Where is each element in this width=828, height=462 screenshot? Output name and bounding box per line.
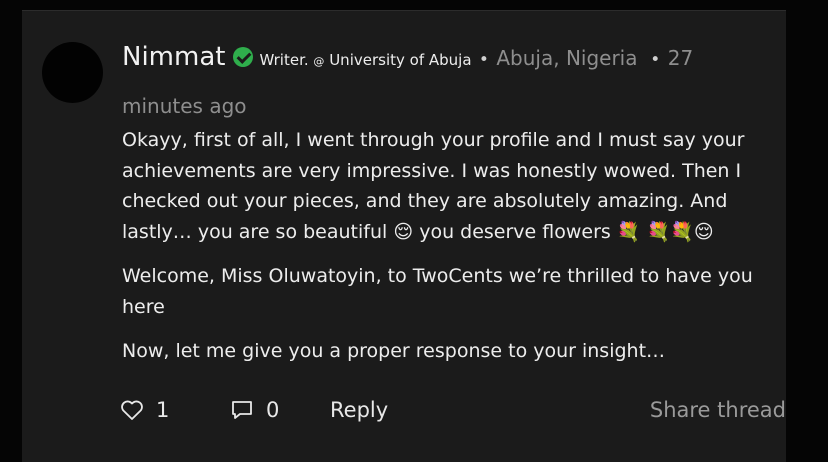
like-button[interactable]: 1 xyxy=(120,398,169,422)
separator-dot: • xyxy=(639,50,666,70)
separator-dot: • xyxy=(473,50,495,70)
comment-header: Nimmat Writer. @ University of Abuja • Ab… xyxy=(122,35,772,128)
paragraph-2: Welcome, Miss Oluwatoyin, to TwoCents we… xyxy=(122,265,753,318)
speech-bubble-icon xyxy=(232,401,252,419)
author-name[interactable]: Nimmat xyxy=(122,42,225,72)
paragraph-3: Now, let me give you a proper response t… xyxy=(122,340,666,362)
relieved-face-icon: 😌 xyxy=(693,220,714,243)
relieved-face-icon: 😌 xyxy=(393,220,414,243)
comment-button[interactable]: 0 xyxy=(230,398,279,422)
comment-count: 0 xyxy=(266,398,280,422)
bouquet-icon: 💐 💐💐 xyxy=(616,220,694,243)
author-location: Abuja, Nigeria xyxy=(496,46,638,70)
paragraph-1: Okayy, first of all, I went through your… xyxy=(122,129,745,243)
avatar[interactable] xyxy=(42,42,103,103)
comment-card: Nimmat Writer. @ University of Abuja • Ab… xyxy=(22,10,786,462)
author-role: Writer. @ University of Abuja xyxy=(259,51,472,69)
share-thread-button[interactable]: Share thread xyxy=(650,398,786,422)
heart-outline-icon xyxy=(121,400,143,420)
like-count: 1 xyxy=(156,398,170,422)
action-bar: 1 0 Reply Share thread xyxy=(120,398,786,432)
comment-body: Okayy, first of all, I went through your… xyxy=(122,125,792,381)
reply-button[interactable]: Reply xyxy=(330,398,388,422)
verified-check-icon xyxy=(233,47,254,67)
